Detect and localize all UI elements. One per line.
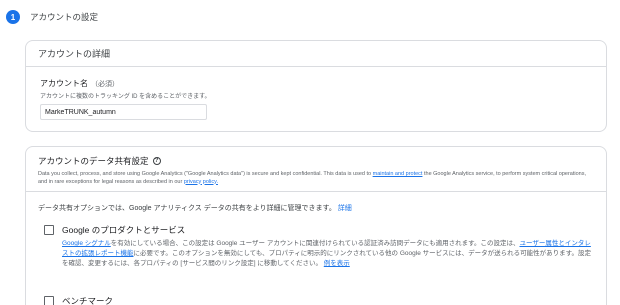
account-details-header: アカウントの詳細 <box>26 41 606 67</box>
account-name-label-text: アカウント名 <box>40 79 88 88</box>
google-products-title: Google のプロダクトとサービス <box>62 225 186 235</box>
intro-text: データ共有オプションでは、Google アナリティクス データの共有をより詳細に… <box>38 205 336 212</box>
step-number-badge: 1 <box>6 10 20 24</box>
benchmark-checkbox[interactable] <box>44 296 54 305</box>
account-name-label: アカウント名 （必須） <box>40 78 119 89</box>
learn-more-link[interactable]: 詳細 <box>338 205 352 212</box>
google-products-description: Google シグナルを有効にしている場合、この設定は Google ユーザー … <box>62 239 592 269</box>
data-sharing-card: アカウントのデータ共有設定 ? Data you collect, proces… <box>25 146 607 305</box>
maintain-protect-link[interactable]: maintain and protect <box>373 171 423 177</box>
account-details-title: アカウントの詳細 <box>38 49 111 59</box>
google-products-checkbox[interactable] <box>44 225 54 235</box>
data-sharing-title: アカウントのデータ共有設定 <box>38 156 149 166</box>
google-signals-link[interactable]: Google シグナル <box>62 240 111 247</box>
show-example-link[interactable]: 例を表示 <box>324 260 350 267</box>
step-title: アカウントの設定 <box>30 12 99 22</box>
option-text-1: を有効にしている場合、この設定は Google ユーザー アカウントに関連付けら… <box>110 240 520 247</box>
option-google-products: Google のプロダクトとサービス Google シグナルを有効にしている場合… <box>44 224 592 269</box>
data-sharing-description: Data you collect, process, and store usi… <box>38 171 594 186</box>
account-name-input[interactable] <box>40 104 207 120</box>
help-icon[interactable]: ? <box>152 157 161 165</box>
account-name-help: アカウントに複数のトラッキング ID を含めることができます。 <box>40 94 211 100</box>
option-benchmark: ベンチマーク <box>44 295 592 305</box>
required-marker: （必須） <box>91 81 119 88</box>
data-sharing-intro: データ共有オプションでは、Google アナリティクス データの共有をより詳細に… <box>38 203 352 213</box>
privacy-policy-link[interactable]: privacy policy. <box>184 179 218 185</box>
desc-text-1: Data you collect, process, and store usi… <box>38 171 373 177</box>
step-header: 1 アカウントの設定 <box>6 10 98 24</box>
data-sharing-header: アカウントのデータ共有設定 ? Data you collect, proces… <box>26 147 606 192</box>
account-details-card: アカウントの詳細 アカウント名 （必須） アカウントに複数のトラッキング ID を… <box>25 40 607 132</box>
benchmark-title: ベンチマーク <box>62 296 114 305</box>
